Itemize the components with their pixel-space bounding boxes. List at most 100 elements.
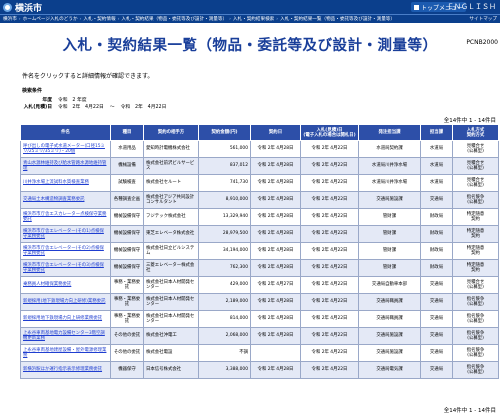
row-method: 指名競争 (公募型) — [452, 327, 499, 345]
row-method: 指名競争 (公募型) — [452, 310, 499, 328]
breadcrumb-current: 入札・契約結果一覧（物品・委託等及び設計・測量等） — [280, 17, 395, 22]
site-logo[interactable]: 横浜市 — [3, 1, 42, 14]
contract-name-link[interactable]: 乗務員人材確保業務委託 — [20, 276, 111, 294]
breadcrumb-item[interactable]: ホームページ入札のどうか — [23, 16, 78, 22]
row-type: 事務・業務委託 — [110, 310, 144, 328]
row-department: 管財課 — [358, 259, 421, 277]
row-bid-date: 令和 2年 4月22日 — [300, 174, 359, 192]
row-section: 財政局 — [420, 259, 453, 277]
row-amount: 429,000 — [198, 276, 251, 294]
contract-name-link[interactable]: 青山水源林維持及び給水管路水源地維持管理 — [20, 157, 111, 175]
row-department: 水道局川井浄水場 — [358, 174, 421, 192]
contract-name-link[interactable]: 川井浄水場上流試料水質検査業務 — [20, 174, 111, 192]
page-title: 入札・契約結果一覧（物品・委託等及び設計・測量等） — [62, 38, 438, 54]
table-row: 新横浜駅ほか運行指示表示修理業務委託 機器保守 日本信号株式会社 3,388,000 令… — [20, 361, 499, 379]
row-method: 特定随意 契約 — [452, 208, 499, 226]
column-header: 入札方式 契約方式 — [452, 124, 499, 141]
table-row: 新規採用地下鉄現場力向上研修業務委託 事務・業務委託 株式会社日本人材開発センター 8… — [20, 310, 499, 328]
table-row: 上永谷車両基地電力設備センター3階空調機更新業務 その他の委託 株式会社沖電工 2,0… — [20, 327, 499, 345]
contract-name-link[interactable]: 横浜市市庁舎エレベーター(その2)点検保守業務委託 — [20, 242, 111, 260]
conditions-heading: 検索条件 — [22, 88, 43, 94]
breadcrumb-item[interactable]: 横浜市 — [3, 16, 17, 22]
row-method: 特定随意 契約 — [452, 242, 499, 260]
row-bid-date: 令和 2年 4月22日 — [300, 344, 359, 362]
breadcrumb-separator-icon: › — [79, 16, 82, 22]
row-bid-date: 令和 2年 4月22日 — [300, 208, 359, 226]
contract-name-link[interactable]: 新横浜駅ほか運行指示表示修理業務委託 — [20, 361, 111, 379]
contract-name-link[interactable]: 呼び出しの電子式水道メーター(口径15ミリ/25ミリ/35ミリ)・20個 — [20, 140, 111, 158]
row-contract-date: 令和 2年 4月28日 — [250, 191, 301, 209]
contract-name-link[interactable]: 新規採用(地下鉄現場力向上研修)業務委託 — [20, 293, 111, 311]
row-department: 交通局施設課 — [358, 327, 421, 345]
row-type: 機械設備保守 — [110, 242, 144, 260]
column-header: 入札(見積)日 (電子入札の場合は開札日) — [300, 124, 359, 141]
contract-name-link[interactable]: 新規採用地下鉄現場力向上研修業務委託 — [20, 310, 111, 328]
table-row: 上永谷車両基地建屋設備・屋外電源修理業務 その他の委託 株式会社電設 不調 令和 2年 … — [20, 344, 499, 362]
table-row: 川井浄水場上流試料水質検査業務 試験検査 株式会社セルート 741,730 令和 2年 … — [20, 174, 499, 192]
row-vendor: 株式会社前沢ビルサービス — [143, 157, 199, 175]
row-bid-date: 令和 2年 4月22日 — [300, 191, 359, 209]
row-section: 交通局 — [420, 344, 453, 362]
site-header: 横浜市 トップメニュー ＥＮＧＬＩＳＨ — [0, 0, 500, 14]
sitemap-link[interactable]: サイトマップ — [469, 16, 497, 22]
row-department: 交通局職員課 — [358, 310, 421, 328]
breadcrumb-separator-icon: › — [229, 16, 231, 22]
row-method: 指名競争 (公募型) — [452, 361, 499, 379]
row-amount: 814,000 — [198, 310, 251, 328]
column-header: 契約日 — [250, 124, 301, 141]
row-type: 機械設備保守 — [110, 208, 144, 226]
row-bid-date: 令和 2年 4月22日 — [300, 157, 359, 175]
row-type: 機械設備保守 — [110, 259, 144, 277]
row-vendor: 株式会社日本人材開発センター — [143, 310, 199, 328]
contract-name-link[interactable]: 上永谷車両基地建屋設備・屋外電源修理業務 — [20, 344, 111, 362]
row-amount: 13,329,940 — [198, 208, 251, 226]
row-contract-date: 令和 2年 4月28日 — [250, 259, 301, 277]
contract-name-link[interactable]: 横浜市市庁舎エスカレーター点検保守業務委託 — [20, 208, 111, 226]
row-type: 事務・業務委託 — [110, 293, 144, 311]
row-type: 試験検査 — [110, 174, 144, 192]
contract-name-link[interactable]: 上永谷車両基地電力設備センター3階空調機更新業務 — [20, 327, 111, 345]
english-link[interactable]: ＥＮＧＬＩＳＨ — [447, 2, 496, 12]
contract-name-link[interactable]: 横浜市市庁舎エレベーター(その3)点検保守業務委託 — [20, 259, 111, 277]
table-row: 新規採用(地下鉄現場力向上研修)業務委託 事務・業務委託 株式会社日本人材開発センタ… — [20, 293, 499, 311]
row-contract-date: 令和 2年 4月28日 — [250, 157, 301, 175]
row-bid-date: 令和 2年 4月22日 — [300, 310, 359, 328]
row-vendor: 株式会社セルート — [143, 174, 199, 192]
row-vendor: 株式会社日本人材開発センター — [143, 293, 199, 311]
row-department: 管財課 — [358, 242, 421, 260]
condition-date: 入札(見積)日 令和 2年 4月22日 ～ 令和 2年 4月22日 — [22, 103, 167, 110]
row-contract-date: 令和 2年 4月27日 — [250, 276, 301, 294]
row-vendor: 株式会社アジア共同設計コンサルタント — [143, 191, 199, 209]
row-vendor: フジテック株式会社 — [143, 208, 199, 226]
breadcrumb-separator-icon: › — [117, 16, 120, 22]
column-header: 種目 — [110, 124, 144, 141]
row-method: 指名競争 (公募型) — [452, 191, 499, 209]
breadcrumb-item[interactable]: 入札・契約結果検索 — [233, 16, 274, 22]
row-contract-date: 令和 2年 4月28日 — [250, 327, 301, 345]
row-vendor: 株式会社沖電工 — [143, 327, 199, 345]
breadcrumb-item[interactable]: 入札・契約結果（物品・委託等及び設計・測量等） — [121, 16, 227, 22]
row-section: 交通局 — [420, 276, 453, 294]
row-bid-date: 令和 2年 4月22日 — [300, 276, 359, 294]
row-section: 交通局 — [420, 361, 453, 379]
contract-name-link[interactable]: 横浜市市庁舎エレベーター(その1)点検保守業務委託 — [20, 225, 111, 243]
breadcrumb-item[interactable]: 入札・契約情報 — [83, 16, 115, 22]
table-row: 青山水源林維持及び給水管路水源地維持管理 機械設備 株式会社前沢ビルサービス 837,… — [20, 157, 499, 175]
table-body: 呼び出しの電子式水道メーター(口径15ミリ/25ミリ/35ミリ)・20個 水道用品… — [20, 140, 499, 379]
row-bid-date: 令和 2年 4月22日 — [300, 242, 359, 260]
row-type: 機械設備 — [110, 157, 144, 175]
row-section: 財政局 — [420, 225, 453, 243]
result-count-top: 全14件中 1 - 14件目 — [443, 118, 496, 124]
row-department: 交通局職員課 — [358, 293, 421, 311]
row-vendor: 東芝エレベータ株式会社 — [143, 225, 199, 243]
date-from: 令和 2年 4月22日 — [58, 105, 104, 110]
instruction-text: 件名をクリックすると詳細情報が確認できます。 — [22, 73, 154, 80]
row-department: 水道局契約課 — [358, 140, 421, 158]
row-amount: 28,979,500 — [198, 225, 251, 243]
row-contract-date: 令和 2年 4月28日 — [250, 225, 301, 243]
column-header: 担当課 — [420, 124, 453, 141]
row-amount: 837,012 — [198, 157, 251, 175]
row-type: 事務・業務委託 — [110, 276, 144, 294]
contract-name-link[interactable]: 交通局土木構造物調査業務委託 — [20, 191, 111, 209]
row-method: 見積合せ (公募型) — [452, 157, 499, 175]
